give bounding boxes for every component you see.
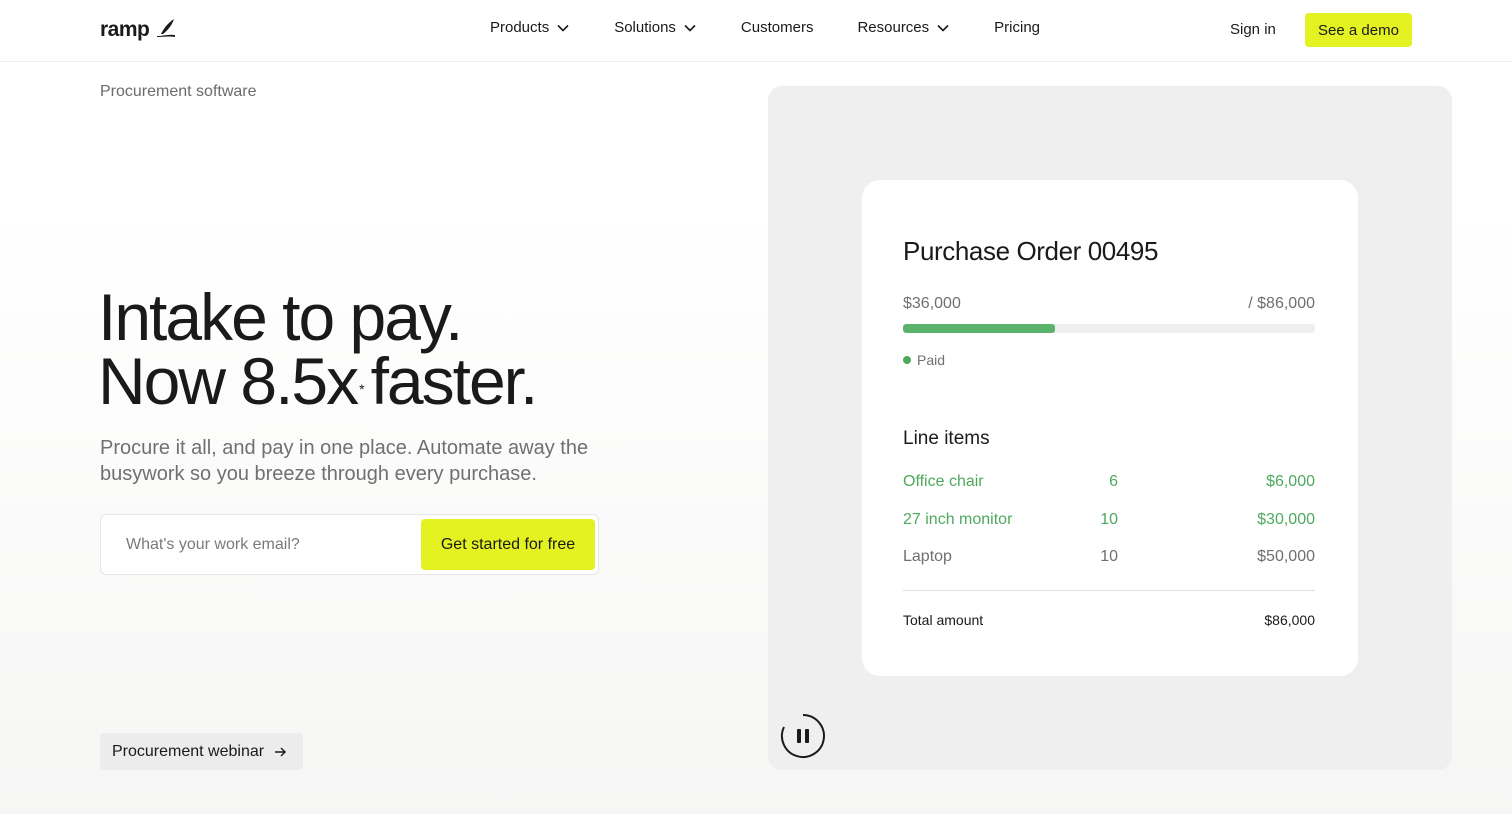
nav-resources-label: Resources [857, 19, 930, 36]
chevron-down-icon [557, 24, 569, 32]
line-item-price: $30,000 [1257, 511, 1315, 528]
nav-resources[interactable]: Resources [857, 19, 949, 36]
nav-pricing-label: Pricing [994, 19, 1041, 36]
nav-solutions[interactable]: Solutions [614, 19, 696, 36]
line-item-name: Laptop [903, 548, 952, 565]
total-label: Total amount [903, 612, 984, 628]
line-items-heading: Line items [903, 428, 990, 449]
nav-links: Products Solutions Customers Resources P… [490, 19, 1040, 36]
nav-products[interactable]: Products [490, 19, 569, 36]
payment-progress-bar [903, 324, 1315, 333]
chevron-down-icon [684, 24, 696, 32]
line-item-name: 27 inch monitor [903, 511, 1013, 528]
total-value: $86,000 [1264, 612, 1315, 628]
total-row: Total amount $86,000 [903, 612, 1315, 628]
nav-customers-label: Customers [740, 19, 814, 36]
hero-headline: Intake to pay. Now 8.5x * faster. [98, 284, 538, 414]
see-demo-button[interactable]: See a demo [1305, 13, 1412, 47]
chevron-down-icon [937, 24, 949, 32]
nav-solutions-label: Solutions [614, 19, 676, 36]
po-paid-amount: $36,000 [903, 295, 961, 312]
work-email-input[interactable] [102, 516, 420, 573]
headline-line-1: Intake to pay. [98, 280, 463, 354]
hero-subtext: Procure it all, and pay in one place. Au… [100, 437, 589, 485]
status-badge: Paid [903, 352, 945, 368]
purchase-order-card: Purchase Order 00495 $36,000 / $86,000 P… [862, 180, 1358, 676]
total-divider [903, 590, 1315, 591]
line-item-row: 27 inch monitor 10 $30,000 [903, 511, 1315, 533]
line-item-qty: 10 [1100, 548, 1118, 565]
status-dot-icon [903, 356, 911, 364]
arrow-right-icon [275, 747, 287, 756]
ramp-logo[interactable]: ramp [100, 17, 177, 43]
signup-form: Get started for free [100, 514, 599, 575]
nav-pricing[interactable]: Pricing [994, 19, 1040, 36]
headline-footnote-mark: * [359, 381, 365, 397]
line-item-name: Office chair [903, 473, 984, 490]
line-item-row: Laptop 10 $50,000 [903, 548, 1315, 570]
line-item-price: $6,000 [1266, 473, 1315, 490]
logo-text: ramp [100, 18, 150, 41]
line-item-price: $50,000 [1257, 548, 1315, 565]
top-nav: ramp Products Solutions Customers Resour… [0, 0, 1512, 62]
procurement-webinar-link[interactable]: Procurement webinar [100, 733, 303, 770]
ramp-leaf-icon [157, 19, 176, 37]
pause-icon[interactable] [780, 713, 826, 759]
product-demo-panel: Purchase Order 00495 $36,000 / $86,000 P… [768, 86, 1452, 770]
status-label: Paid [917, 352, 946, 368]
line-item-row: Office chair 6 $6,000 [903, 473, 1315, 495]
headline-line-2a: Now 8.5x [98, 344, 359, 418]
nav-products-label: Products [490, 19, 550, 36]
po-total-amount: / $86,000 [1248, 295, 1315, 312]
get-started-button[interactable]: Get started for free [421, 519, 595, 570]
webinar-label: Procurement webinar [112, 742, 265, 760]
line-item-qty: 6 [1109, 473, 1118, 490]
line-item-qty: 10 [1100, 511, 1118, 528]
headline-line-2b: faster. [370, 344, 539, 418]
eyebrow-label: Procurement software [100, 83, 257, 100]
payment-progress-fill [903, 324, 1056, 333]
nav-customers[interactable]: Customers [741, 19, 814, 36]
sign-in-link[interactable]: Sign in [1230, 21, 1276, 38]
po-title: Purchase Order 00495 [903, 236, 1159, 266]
